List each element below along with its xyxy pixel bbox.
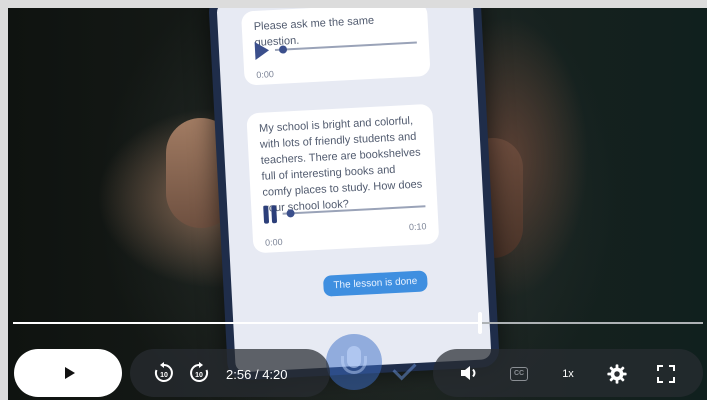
forward-10-button[interactable]: 10 <box>187 361 211 385</box>
audio-track <box>274 41 417 54</box>
audio-play-icon <box>254 41 270 60</box>
bubble2-time-end: 0:10 <box>408 221 427 233</box>
volume-button[interactable] <box>459 363 481 383</box>
audio-track <box>282 205 426 218</box>
gear-icon <box>607 364 627 384</box>
video-phone-screen: Please ask me the same question. 0:00 My… <box>208 8 500 381</box>
audio-pause-icon <box>263 205 278 224</box>
time-separator: / <box>254 367 259 382</box>
fullscreen-icon <box>657 365 675 383</box>
fullscreen-button[interactable] <box>657 365 675 383</box>
bubble2-time-start: 0:00 <box>264 236 283 248</box>
chat-bubble-question: Please ask me the same question. 0:00 <box>240 8 431 86</box>
seek-bar-thumb[interactable] <box>478 312 483 334</box>
rewind-10-button[interactable]: 10 <box>152 361 176 385</box>
play-icon <box>65 367 75 379</box>
volume-icon <box>461 366 476 380</box>
video-mic-icon <box>326 334 382 390</box>
bubble1-time: 0:00 <box>256 69 275 80</box>
video-player[interactable]: Please ask me the same question. 0:00 My… <box>8 8 707 400</box>
captions-button[interactable]: CC <box>508 365 530 383</box>
speed-button[interactable]: 1x <box>558 365 578 383</box>
seek-bar[interactable] <box>13 312 703 334</box>
forward-10-label: 10 <box>195 372 203 379</box>
chat-bubble-answer: My school is bright and colorful, with l… <box>246 103 440 254</box>
rewind-10-icon: 10 <box>154 362 173 382</box>
duration: 4:20 <box>262 367 288 382</box>
rewind-10-label: 10 <box>160 372 168 379</box>
cc-icon: CC <box>510 367 528 381</box>
time-display: 2:56 / 4:20 <box>226 367 288 382</box>
seek-bar-played <box>13 322 481 324</box>
forward-10-icon: 10 <box>190 362 209 382</box>
current-time: 2:56 <box>226 367 252 382</box>
settings-button[interactable] <box>606 363 628 385</box>
lesson-done-button: The lesson is done <box>322 270 428 297</box>
play-button[interactable] <box>14 349 122 397</box>
